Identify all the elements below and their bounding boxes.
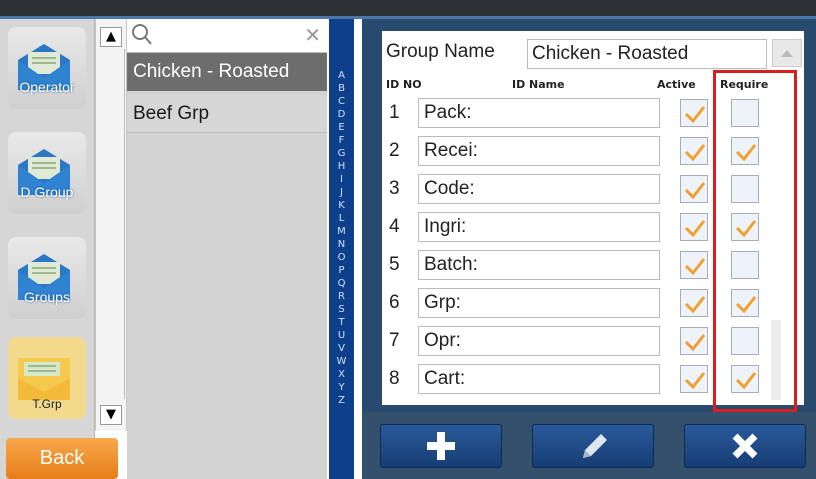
nav-operator-label: Operator (19, 79, 75, 95)
alphabet-letter[interactable]: X (338, 368, 345, 381)
alphabet-index[interactable]: ABCDEFGHIJKLMNOPQRSTUVWXYZ (329, 19, 354, 479)
top-bar (0, 0, 816, 16)
active-checkbox[interactable] (680, 213, 708, 241)
alphabet-letter[interactable]: T (338, 316, 344, 329)
list-item[interactable]: Chicken - Roasted (127, 53, 327, 91)
active-checkbox[interactable] (680, 289, 708, 317)
row-id-name-field[interactable]: Grp: (418, 288, 660, 318)
row-id-number: 6 (389, 292, 400, 313)
scroll-down-button[interactable]: ▼ (100, 405, 122, 425)
alphabet-letter[interactable]: W (337, 355, 347, 368)
checkmark-icon (684, 106, 706, 124)
back-button[interactable]: Back (6, 438, 118, 479)
checkmark-icon (684, 334, 706, 352)
group-name-label: Group Name (386, 41, 495, 62)
alphabet-letter[interactable]: F (339, 134, 345, 147)
alphabet-letter[interactable]: P (338, 264, 344, 277)
row-id-number: 3 (389, 178, 400, 199)
alphabet-letter[interactable]: V (338, 342, 345, 355)
active-checkbox[interactable] (680, 99, 708, 127)
alphabet-letter[interactable]: L (339, 212, 345, 225)
active-checkbox[interactable] (680, 327, 708, 355)
delete-button[interactable] (684, 424, 806, 468)
row-id-number: 4 (389, 216, 400, 237)
alphabet-letter[interactable]: M (337, 225, 346, 238)
alphabet-letter[interactable]: H (338, 160, 346, 173)
row-id-number: 8 (389, 368, 400, 389)
alphabet-letter[interactable]: U (338, 329, 345, 342)
checkmark-icon (684, 258, 706, 276)
header-active: Active (657, 78, 696, 91)
nav-id-group-button[interactable]: D Group (8, 132, 86, 214)
close-icon (732, 433, 758, 459)
nav-groups-button[interactable]: Groups (8, 237, 86, 319)
active-checkbox[interactable] (680, 365, 708, 393)
nav-id-group-label: D Group (20, 184, 74, 200)
row-id-name-field[interactable]: Batch: (418, 250, 660, 280)
scroll-up-button[interactable]: ▲ (100, 27, 122, 47)
alphabet-letter[interactable]: Z (338, 394, 345, 407)
alphabet-letter[interactable]: S (338, 303, 344, 316)
search-icon (132, 24, 152, 45)
row-id-name-field[interactable]: Code: (418, 174, 660, 204)
alphabet-letter[interactable]: Q (338, 277, 346, 290)
alphabet-letter[interactable]: J (340, 186, 343, 199)
row-id-name-field[interactable]: Pack: (418, 98, 660, 128)
alphabet-letter[interactable]: D (338, 108, 346, 121)
group-name-scroll-up[interactable] (772, 39, 802, 67)
row-id-number: 7 (389, 330, 400, 351)
active-checkbox[interactable] (680, 175, 708, 203)
group-list-panel: ✕ Chicken - Roasted Beef Grp (127, 19, 327, 479)
clear-search-icon[interactable]: ✕ (304, 23, 321, 47)
row-id-number: 1 (389, 102, 400, 123)
require-column-highlight (713, 70, 797, 412)
alphabet-letter[interactable]: I (340, 173, 343, 186)
active-checkbox[interactable] (680, 251, 708, 279)
edit-button[interactable] (532, 424, 654, 468)
checkmark-icon (684, 182, 706, 200)
nav-operator-button[interactable]: Operator (8, 27, 86, 109)
checkmark-icon (684, 296, 706, 314)
nav-tgrp-label: T.Grp (32, 397, 62, 411)
checkmark-icon (684, 220, 706, 238)
group-name-field[interactable]: Chicken - Roasted (527, 39, 767, 69)
alphabet-letter[interactable]: A (338, 69, 345, 82)
alphabet-letter[interactable]: R (338, 290, 345, 303)
alphabet-letter[interactable]: N (338, 238, 345, 251)
scroll-track (124, 49, 125, 399)
row-id-number: 5 (389, 254, 400, 275)
nav-tgrp-button[interactable]: T.Grp (8, 337, 86, 419)
alphabet-letter[interactable]: C (338, 95, 345, 108)
left-nav: Operator D Group Groups T.Grp (0, 19, 95, 479)
active-checkbox[interactable] (680, 137, 708, 165)
plus-icon (427, 432, 455, 460)
list-item[interactable]: Beef Grp (127, 95, 327, 133)
row-id-name-field[interactable]: Cart: (418, 364, 660, 394)
nav-groups-label: Groups (24, 289, 70, 305)
pencil-icon (583, 434, 607, 458)
add-button[interactable] (380, 424, 502, 468)
alphabet-letter[interactable]: B (338, 82, 345, 95)
row-id-number: 2 (389, 140, 400, 161)
alphabet-letter[interactable]: Y (338, 381, 344, 394)
chevron-up-icon (781, 50, 793, 57)
header-id-no: ID NO (386, 78, 422, 91)
checkmark-icon (684, 372, 706, 390)
row-id-name-field[interactable]: Recei: (418, 136, 660, 166)
alphabet-letter[interactable]: O (338, 251, 346, 264)
alphabet-letter[interactable]: G (338, 147, 346, 160)
alphabet-letter[interactable]: E (338, 121, 344, 134)
header-id-name: ID Name (512, 78, 565, 91)
row-id-name-field[interactable]: Ingri: (418, 212, 660, 242)
search-input[interactable]: ✕ (127, 19, 327, 53)
checkmark-icon (684, 144, 706, 162)
row-id-name-field[interactable]: Opr: (418, 326, 660, 356)
list-scrollbar[interactable]: ▲ ▼ (95, 19, 127, 431)
alphabet-letter[interactable]: K (338, 199, 345, 212)
